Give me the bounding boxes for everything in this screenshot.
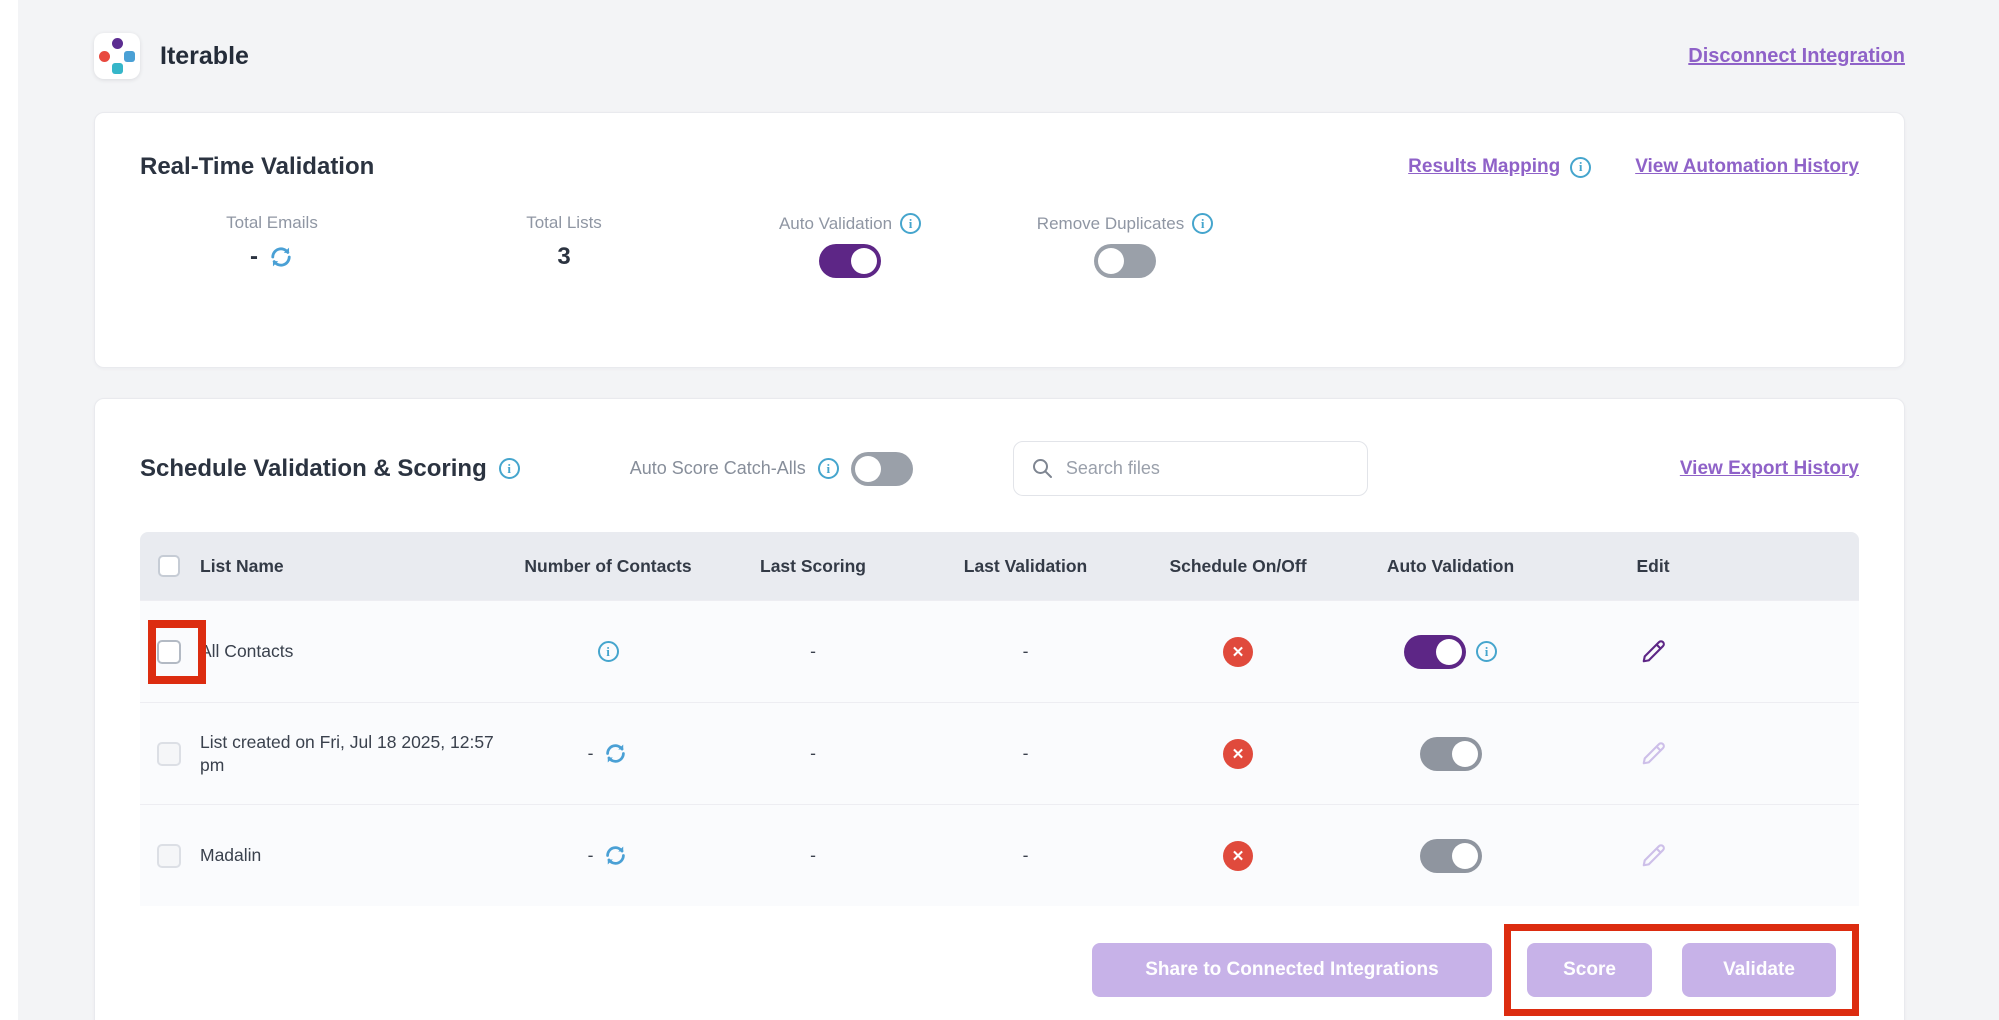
results-mapping-link[interactable]: Results Mapping: [1408, 156, 1560, 178]
col-last-validation: Last Validation: [963, 555, 1088, 576]
validate-button[interactable]: Validate: [1682, 943, 1836, 997]
col-number-of-contacts: Number of Contacts: [524, 555, 692, 576]
row-auto-validation-toggle[interactable]: [1419, 838, 1482, 873]
info-icon[interactable]: i: [597, 641, 619, 662]
info-icon[interactable]: i: [1192, 213, 1214, 234]
table-row-madalin: Madalin - - - ✕: [140, 804, 1859, 906]
auto-score-catch-alls: Auto Score Catch-Alls i: [629, 451, 913, 486]
left-edge-strip: [0, 0, 18, 1020]
info-icon[interactable]: i: [1476, 641, 1497, 662]
last-validation-value: -: [1022, 743, 1029, 763]
total-lists-label: Total Lists: [526, 213, 602, 232]
auto-validation-stat: Auto Validation i: [730, 213, 970, 283]
schedule-off-icon: ✕: [1223, 738, 1253, 769]
last-scoring-value: -: [810, 845, 816, 865]
logo-dot-red: [99, 50, 110, 62]
list-name: List created on Fri, Jul 18 2025, 12:57 …: [200, 731, 494, 775]
total-emails-value: -: [250, 243, 258, 270]
disconnect-integration-link[interactable]: Disconnect Integration: [1688, 45, 1905, 68]
info-icon[interactable]: i: [1570, 156, 1592, 178]
last-scoring-value: -: [810, 641, 816, 661]
auto-score-toggle[interactable]: [850, 451, 913, 486]
refresh-icon[interactable]: [268, 244, 294, 270]
row-checkbox[interactable]: [157, 843, 181, 868]
last-scoring-value: -: [810, 743, 816, 763]
edit-pencil-icon-disabled: [1638, 739, 1668, 769]
row-checkbox[interactable]: [157, 639, 181, 664]
table-header-row: List Name Number of Contacts Last Scorin…: [140, 532, 1859, 600]
annotation-box-score-validate: Score Validate: [1504, 924, 1859, 1016]
select-all-checkbox[interactable]: [158, 555, 180, 577]
auto-validation-toggle[interactable]: [819, 244, 881, 278]
refresh-icon[interactable]: [603, 843, 628, 868]
topbar: Iterable Disconnect Integration: [0, 0, 1999, 112]
logo-dot-blue: [124, 50, 135, 62]
contacts-value: -: [587, 845, 594, 865]
auto-score-label: Auto Score Catch-Alls: [629, 458, 806, 478]
realtime-validation-title: Real-Time Validation: [140, 153, 375, 180]
total-lists-stat: Total Lists 3: [444, 213, 684, 271]
schedule-off-icon: ✕: [1223, 636, 1253, 667]
logo-dot-purple: [111, 38, 123, 49]
contacts-value: -: [587, 743, 594, 763]
remove-duplicates-label: Remove Duplicates: [1036, 213, 1185, 233]
schedule-validation-title: Schedule Validation & Scoring: [140, 454, 487, 482]
list-name: Madalin: [200, 845, 262, 866]
realtime-validation-card: Real-Time Validation Results Mapping i V…: [94, 112, 1905, 368]
edit-pencil-icon[interactable]: [1638, 637, 1668, 667]
score-button[interactable]: Score: [1527, 943, 1652, 997]
actions-row: Share to Connected Integrations Score Va…: [140, 924, 1859, 1016]
row-checkbox[interactable]: [157, 741, 181, 766]
total-emails-stat: Total Emails -: [152, 213, 392, 271]
page-title: Iterable: [160, 41, 249, 70]
iterable-integration-page: Iterable Disconnect Integration Real-Tim…: [0, 0, 1999, 1020]
info-icon[interactable]: i: [817, 458, 839, 479]
share-to-integrations-button[interactable]: Share to Connected Integrations: [1092, 943, 1492, 997]
lists-table: List Name Number of Contacts Last Scorin…: [140, 532, 1859, 906]
col-edit: Edit: [1636, 555, 1670, 576]
remove-duplicates-toggle[interactable]: [1094, 244, 1156, 278]
search-icon: [1030, 456, 1054, 480]
table-row-list-created: List created on Fri, Jul 18 2025, 12:57 …: [140, 702, 1859, 804]
last-validation-value: -: [1022, 845, 1029, 865]
realtime-stats: Total Emails - Total Lists 3 Auto Valida…: [140, 213, 1859, 321]
remove-duplicates-stat: Remove Duplicates i: [1005, 213, 1245, 283]
auto-validation-label: Auto Validation: [778, 213, 893, 233]
search-box: [1012, 441, 1368, 496]
total-emails-label: Total Emails: [226, 213, 318, 232]
iterable-logo: [94, 33, 140, 79]
refresh-icon[interactable]: [603, 741, 628, 766]
view-automation-history-link[interactable]: View Automation History: [1635, 156, 1859, 178]
schedule-off-icon: ✕: [1223, 840, 1253, 871]
edit-pencil-icon-disabled: [1638, 841, 1668, 871]
total-lists-value: 3: [557, 243, 571, 270]
table-row-all-contacts: All Contacts i - - ✕ i: [140, 600, 1859, 702]
info-icon[interactable]: i: [498, 458, 520, 479]
col-last-scoring: Last Scoring: [760, 555, 866, 576]
schedule-validation-card: Schedule Validation & Scoring i Auto Sco…: [94, 398, 1905, 1020]
logo-dot-teal: [111, 63, 123, 74]
list-name: All Contacts: [200, 641, 294, 662]
search-input[interactable]: [1012, 441, 1368, 496]
col-schedule-on-off: Schedule On/Off: [1169, 555, 1307, 576]
col-list-name: List Name: [200, 555, 284, 576]
row-auto-validation-toggle[interactable]: [1419, 736, 1482, 771]
info-icon[interactable]: i: [900, 213, 922, 234]
row-auto-validation-toggle[interactable]: [1404, 634, 1466, 669]
view-export-history-link[interactable]: View Export History: [1680, 458, 1859, 480]
last-validation-value: -: [1022, 641, 1029, 661]
col-auto-validation: Auto Validation: [1386, 555, 1515, 576]
